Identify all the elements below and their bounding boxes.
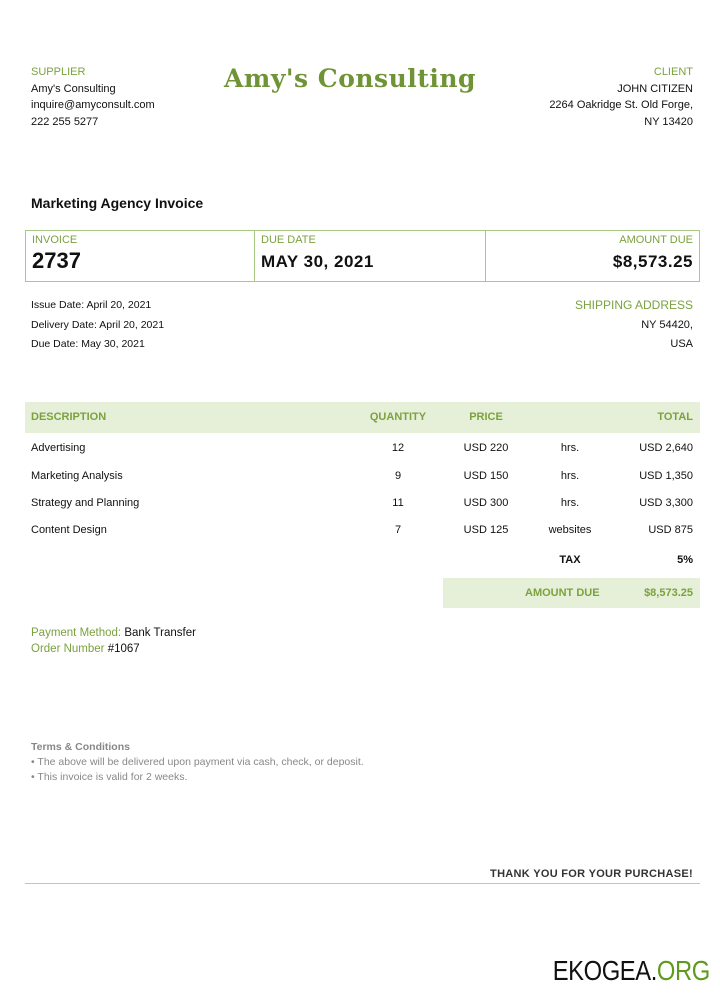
shipping-block: SHIPPING ADDRESS NY 54420, USA (575, 296, 693, 355)
client-block: CLIENT JOHN CITIZEN 2264 Oakridge St. Ol… (549, 64, 693, 130)
item-price: USD 220 (463, 442, 509, 454)
item-quantity: 11 (392, 497, 404, 509)
col-description: DESCRIPTION (31, 411, 107, 423)
tax-row: TAX 5% (25, 554, 700, 574)
item-unit: hrs. (560, 442, 580, 454)
due-date-label: DUE DATE (261, 234, 316, 246)
item-description: Marketing Analysis (31, 470, 123, 482)
item-total: USD 2,640 (639, 442, 693, 454)
item-description: Strategy and Planning (31, 497, 140, 509)
item-unit: hrs. (560, 470, 580, 482)
client-name: JOHN CITIZEN (617, 82, 693, 95)
item-price: USD 300 (463, 497, 509, 509)
table-row: Strategy and Planning 11 USD 300 hrs. USD 3,… (25, 497, 700, 517)
item-quantity: 12 (391, 442, 405, 454)
due-date: MAY 30, 2021 (261, 252, 374, 271)
footer-divider (25, 883, 700, 884)
delivery-date: Delivery Date: April 20, 2021 (31, 318, 165, 331)
issue-date: Issue Date: April 20, 2021 (31, 299, 152, 311)
client-address-2: NY 13420 (644, 115, 693, 128)
payment-method: Bank Transfer (124, 627, 196, 639)
supplier-phone: 222 255 5277 (31, 115, 99, 128)
col-total: TOTAL (657, 411, 693, 423)
amount-due-row-value: $8,573.25 (644, 587, 693, 599)
payment-block: Payment Method: Bank Transfer Order Numb… (31, 625, 196, 657)
supplier-email: inquire@amyconsult.com (31, 99, 155, 111)
payment-method-label: Payment Method: (31, 627, 122, 639)
item-description: Content Design (31, 524, 107, 536)
shipping-label: SHIPPING ADDRESS (574, 298, 693, 312)
table-header: DESCRIPTION QUANTITY PRICE TOTAL (25, 402, 700, 433)
item-unit: hrs. (560, 497, 580, 509)
item-description: Advertising (31, 442, 86, 454)
invoice-summary: INVOICE 2737 DUE DATE MAY 30, 2021 AMOUNT … (25, 230, 700, 282)
shipping-line-2: USA (670, 338, 693, 350)
table-row: Content Design 7 USD 125 websites USD 875 (25, 524, 700, 544)
thank-you: THANK YOU FOR YOUR PURCHASE! (490, 868, 693, 880)
terms-item: • This invoice is valid for 2 weeks. (31, 771, 188, 783)
item-unit: websites (548, 524, 592, 536)
watermark-accent: ORG (657, 955, 710, 986)
watermark: EKOGEA.ORG (552, 955, 711, 987)
due-date-line: Due Date: May 30, 2021 (31, 338, 145, 350)
table-row: Marketing Analysis 9 USD 150 hrs. USD 1,350 (25, 470, 700, 490)
item-price: USD 150 (463, 470, 509, 482)
amount-due-label: AMOUNT DUE (619, 234, 693, 246)
client-address-1: 2264 Oakridge St. Old Forge, (549, 99, 693, 111)
amount-due-row-label: AMOUNT DUE (525, 587, 600, 599)
col-price: PRICE (469, 411, 503, 423)
tax-label: TAX (559, 554, 581, 566)
dates-block: Issue Date: April 20, 2021 Delivery Date… (31, 296, 164, 355)
order-number: #1067 (107, 643, 140, 655)
item-price: USD 125 (463, 524, 509, 536)
terms-title: Terms & Conditions (31, 741, 130, 753)
invoice-title: Marketing Agency Invoice (31, 195, 204, 211)
table-row: Advertising 12 USD 220 hrs. USD 2,640 (25, 442, 700, 462)
watermark-text: EKOGEA. (552, 955, 658, 986)
item-quantity: 7 (394, 524, 402, 536)
item-total: USD 3,300 (639, 497, 693, 509)
item-quantity: 9 (394, 470, 402, 482)
item-total: USD 875 (648, 524, 693, 536)
tax-value: 5% (677, 554, 693, 566)
terms-block: Terms & Conditions • The above will be d… (31, 740, 364, 785)
item-total: USD 1,350 (639, 470, 693, 482)
invoice-label: INVOICE (32, 234, 78, 246)
invoice-number: 2737 (32, 248, 81, 273)
shipping-line-1: NY 54420, (641, 318, 693, 331)
order-number-label: Order Number (31, 643, 105, 655)
col-quantity: QUANTITY (369, 411, 427, 423)
amount-due-row: AMOUNT DUE $8,573.25 (443, 578, 700, 608)
client-label: CLIENT (653, 66, 693, 78)
terms-item: • The above will be delivered upon payme… (31, 756, 364, 768)
amount-due: $8,573.25 (612, 252, 693, 271)
